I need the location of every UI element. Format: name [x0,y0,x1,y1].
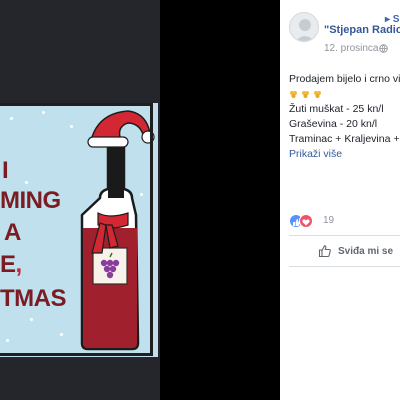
christmas-card-image[interactable]: I MING A E, TMAS [0,103,158,357]
card-frame [0,103,153,356]
avatar-image [295,19,315,41]
photo-viewer: I MING A E, TMAS [0,0,280,400]
post-body: Prodajem bijelo i crno vi Žuti muškat - … [289,72,400,162]
avatar[interactable] [289,12,319,42]
reaction-count: 19 [323,215,335,226]
divider [289,266,400,267]
emoji-row [289,87,400,102]
see-more-link[interactable]: Prikaži više [289,147,400,162]
post-date[interactable]: 12. prosinca [324,43,378,54]
grapes-icon [302,91,309,99]
body-line: Žuti muškat - 25 kn/l [289,103,384,115]
divider [289,235,400,236]
like-button[interactable]: Sviđa mi se [318,243,393,259]
love-reaction-icon [299,214,313,228]
body-line: Prodajem bijelo i crno vi [289,73,400,85]
body-line: Traminac + Kraljevina + [289,133,400,145]
like-button-label: Sviđa mi se [338,245,394,257]
thumbs-up-icon [318,245,331,258]
globe-icon [379,44,388,53]
body-line: Graševina - 20 kn/l [289,118,378,130]
grapes-icon [314,91,321,99]
grapes-icon [290,91,297,99]
post-panel: ▸ S "Stjepan Radic 12. prosinca Prodajem… [280,0,400,400]
author-name[interactable]: "Stjepan Radic [324,24,400,36]
